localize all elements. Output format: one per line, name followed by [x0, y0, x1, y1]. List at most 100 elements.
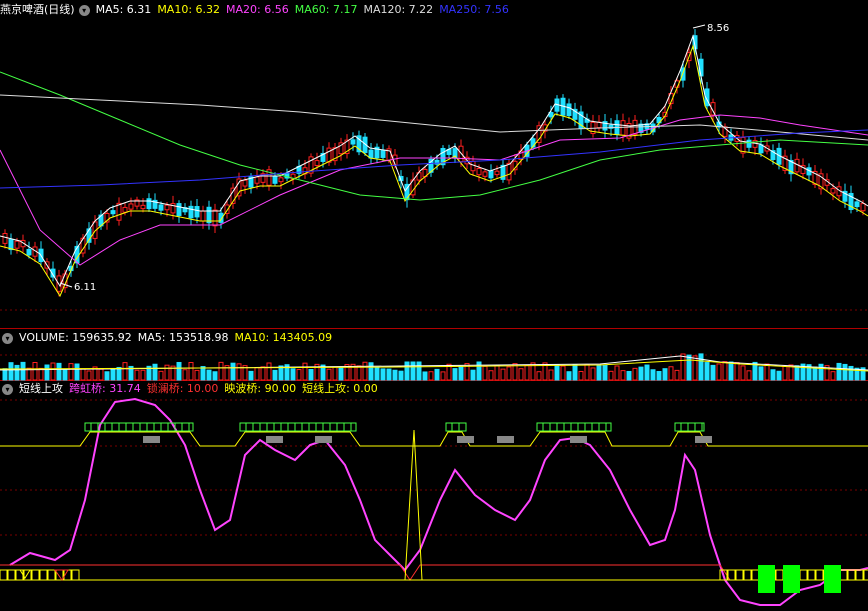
- signal-cell: [863, 569, 868, 581]
- volume-bar: [680, 353, 686, 381]
- volume-bar: [116, 366, 122, 381]
- volume-bar: [20, 361, 26, 381]
- candle-body: [278, 177, 284, 183]
- signal-cell: [815, 569, 824, 581]
- signal-cell: [807, 569, 816, 581]
- candle-body: [476, 168, 482, 176]
- gray-marker: [143, 436, 160, 443]
- volume-bar: [710, 364, 716, 381]
- volume-bar: [272, 369, 278, 381]
- volume-bar: [842, 363, 848, 381]
- candle-body: [176, 203, 182, 217]
- indicator-series: [0, 397, 868, 606]
- volume-bar: [212, 371, 218, 381]
- volume-bar: [200, 366, 206, 381]
- volume-bar: [770, 369, 776, 381]
- volume-bar: [698, 353, 704, 381]
- candle-body: [254, 176, 260, 184]
- candle-body: [314, 160, 320, 166]
- volume-bar: [188, 362, 194, 381]
- volume-bar: [728, 361, 734, 381]
- volume-bar: [518, 368, 524, 381]
- gray-marker: [570, 436, 587, 443]
- candle-body: [158, 204, 164, 211]
- volume-bar: [254, 367, 260, 381]
- green-block: [783, 565, 800, 593]
- triangle-marker: [54, 569, 69, 581]
- signal-bar: [445, 422, 467, 432]
- candle-body: [206, 206, 212, 224]
- volume-bar: [578, 370, 584, 381]
- volume-bar: [434, 368, 440, 381]
- candle-body: [380, 149, 386, 158]
- volume-bar: [470, 369, 476, 381]
- volume-bar: [782, 365, 788, 381]
- volume-bar: [848, 365, 854, 381]
- volume-bar: [176, 361, 182, 381]
- volume-bar: [104, 371, 110, 381]
- volume-bar: [134, 369, 140, 381]
- volume-bar: [734, 362, 740, 381]
- candle-body: [620, 120, 626, 136]
- signal-cell: [743, 569, 752, 581]
- volume-bars: [0, 353, 868, 381]
- gray-marker: [695, 436, 712, 443]
- volume-bar: [338, 366, 344, 381]
- volume-bar: [584, 364, 590, 381]
- volume-bar: [566, 371, 572, 381]
- volume-bar: [746, 370, 752, 381]
- volume-bar: [632, 367, 638, 381]
- signal-cell: [15, 569, 24, 581]
- volume-bar: [590, 367, 596, 381]
- volume-bar: [374, 367, 380, 381]
- volume-bar: [62, 369, 68, 381]
- candle-body: [128, 203, 134, 210]
- volume-bar: [596, 365, 602, 381]
- volume-bar: [194, 369, 200, 381]
- ma5-line: [0, 34, 868, 288]
- volume-bar: [692, 355, 698, 381]
- volume-bar: [644, 364, 650, 381]
- volume-bar: [248, 370, 254, 381]
- candle-body: [740, 136, 746, 154]
- volume-bar: [428, 371, 434, 381]
- volume-bar: [626, 370, 632, 381]
- volume-bar: [668, 366, 674, 381]
- candle-body: [200, 210, 206, 222]
- volume-bar: [494, 365, 500, 381]
- volume-bar: [740, 365, 746, 381]
- candle-body: [272, 176, 278, 184]
- ma10-line: [0, 44, 868, 298]
- candle-body: [140, 204, 146, 210]
- volume-bar: [482, 365, 488, 381]
- volume-bar: [524, 364, 530, 381]
- volume-bar: [662, 368, 668, 381]
- volume-bar: [620, 370, 626, 381]
- candle-body: [368, 149, 374, 159]
- volume-bar: [560, 365, 566, 381]
- candle-body: [212, 209, 218, 227]
- volume-bar: [302, 362, 308, 381]
- green-block: [824, 565, 841, 593]
- volume-bar: [812, 366, 818, 381]
- volume-bar: [74, 363, 80, 381]
- volume-bar: [410, 361, 416, 381]
- signal-cell: [31, 569, 40, 581]
- signal-cell: [839, 569, 848, 581]
- candle-body: [188, 205, 194, 219]
- signal-cell: [71, 569, 80, 581]
- signal-cell: [855, 569, 864, 581]
- volume-bar: [554, 364, 560, 381]
- triangle-marker: [19, 569, 31, 579]
- volume-bar: [14, 364, 20, 381]
- volume-bar: [332, 366, 338, 381]
- volume-bar: [362, 361, 368, 381]
- volume-bar: [140, 369, 146, 381]
- signal-cell: [55, 569, 64, 581]
- volume-bar: [674, 369, 680, 381]
- chart-canvas[interactable]: 8.56 6.11: [0, 0, 868, 611]
- signal-cell: [39, 569, 48, 581]
- ma120-line: [0, 94, 868, 141]
- volume-bar: [452, 368, 458, 381]
- gray-marker: [315, 436, 332, 443]
